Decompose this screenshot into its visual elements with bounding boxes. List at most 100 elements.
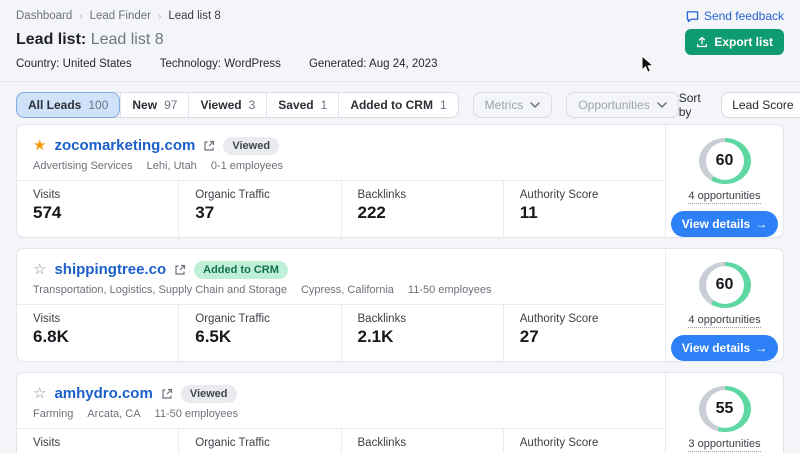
sort-select[interactable]: Lead Score xyxy=(721,92,800,118)
breadcrumb-separator: › xyxy=(79,11,82,22)
breadcrumb-lead-finder[interactable]: Lead Finder xyxy=(90,10,151,22)
lead-score-gauge: 60 xyxy=(699,262,751,308)
lead-metrics: Visits Organic Traffic Backlinks Authori… xyxy=(17,428,665,453)
favorite-star-icon[interactable]: ★ xyxy=(33,138,46,153)
page-title-label: Lead list: xyxy=(16,31,86,48)
lead-domain-link[interactable]: zocomarketing.com xyxy=(54,137,195,154)
chevron-down-icon xyxy=(657,102,667,108)
metric-value: 574 xyxy=(33,203,162,223)
metrics-dropdown[interactable]: Metrics xyxy=(473,92,553,118)
favorite-star-icon[interactable]: ☆ xyxy=(33,386,46,401)
lead-employees: 0-1 employees xyxy=(211,160,283,172)
tab-viewed[interactable]: Viewed 3 xyxy=(188,93,266,117)
tab-new[interactable]: New 97 xyxy=(120,93,188,117)
external-link-icon[interactable] xyxy=(161,388,173,400)
metric-label: Organic Traffic xyxy=(195,313,324,325)
lead-location: Lehi, Utah xyxy=(147,160,197,172)
meta-country: Country: United States xyxy=(16,58,132,70)
lead-card: ★ zocomarketing.com Viewed Advertising S… xyxy=(16,124,784,238)
metric-label: Backlinks xyxy=(358,189,487,201)
metric-value: 6.8K xyxy=(33,327,162,347)
status-badge: Viewed xyxy=(181,385,237,403)
breadcrumb: Dashboard › Lead Finder › Lead list 8 xyxy=(16,10,784,22)
lead-metrics: Visits 6.8K Organic Traffic 6.5K Backlinks… xyxy=(17,304,665,361)
favorite-star-icon[interactable]: ☆ xyxy=(33,262,46,277)
lead-score-value: 55 xyxy=(716,400,734,418)
lead-score-value: 60 xyxy=(716,276,734,294)
opportunities-link[interactable]: 4 opportunities xyxy=(688,314,760,328)
status-badge: Added to CRM xyxy=(194,261,288,279)
external-link-icon[interactable] xyxy=(203,140,215,152)
meta-generated: Generated: Aug 24, 2023 xyxy=(309,58,438,70)
tab-count: 1 xyxy=(440,98,447,112)
arrow-right-icon: → xyxy=(755,217,767,231)
feedback-bubble-icon xyxy=(686,10,699,23)
lead-industry: Transportation, Logistics, Supply Chain … xyxy=(33,284,287,296)
metric-value: 11 xyxy=(520,203,649,223)
opportunities-link[interactable]: 3 opportunities xyxy=(688,438,760,452)
lead-location: Arcata, CA xyxy=(87,408,140,420)
lead-score-value: 60 xyxy=(716,152,734,170)
metric-label: Visits xyxy=(33,313,162,325)
tab-count: 3 xyxy=(249,98,256,112)
meta-technology: Technology: WordPress xyxy=(160,58,281,70)
lead-details: Farming Arcata, CA 11-50 employees xyxy=(17,403,665,420)
lead-details: Transportation, Logistics, Supply Chain … xyxy=(17,279,665,296)
sort-by-label: Sort by xyxy=(679,91,713,119)
metric-value: 37 xyxy=(195,203,324,223)
tab-count: 100 xyxy=(88,98,108,112)
lead-domain-link[interactable]: shippingtree.co xyxy=(54,261,166,278)
metric-value: 2.1K xyxy=(358,327,487,347)
filter-toolbar: All Leads 100 New 97 Viewed 3 Saved 1 Ad… xyxy=(16,92,784,118)
metric-label: Authority Score xyxy=(520,189,649,201)
metric-label: Backlinks xyxy=(358,437,487,449)
tab-count: 97 xyxy=(164,98,177,112)
lead-card: ☆ amhydro.com Viewed Farming Arcata, CA … xyxy=(16,372,784,453)
status-badge: Viewed xyxy=(223,137,279,155)
metric-label: Authority Score xyxy=(520,313,649,325)
lead-score-gauge: 55 xyxy=(699,386,751,432)
lead-metrics: Visits 574 Organic Traffic 37 Backlinks 222… xyxy=(17,180,665,237)
lead-employees: 11-50 employees xyxy=(155,408,239,420)
page-title: Lead list: Lead list 8 xyxy=(16,30,784,50)
opportunities-dropdown[interactable]: Opportunities xyxy=(566,92,678,118)
breadcrumb-lead-list: Lead list 8 xyxy=(168,10,220,22)
lead-details: Advertising Services Lehi, Utah 0-1 empl… xyxy=(17,155,665,172)
view-details-button[interactable]: View details → xyxy=(671,335,778,361)
metric-label: Backlinks xyxy=(358,313,487,325)
chevron-down-icon xyxy=(530,102,540,108)
tab-added-to-crm[interactable]: Added to CRM 1 xyxy=(338,93,457,117)
lead-location: Cypress, California xyxy=(301,284,394,296)
lead-industry: Farming xyxy=(33,408,73,420)
lead-industry: Advertising Services xyxy=(33,160,133,172)
lead-domain-link[interactable]: amhydro.com xyxy=(54,385,152,402)
view-details-button[interactable]: View details → xyxy=(671,211,778,237)
lead-card: ☆ shippingtree.co Added to CRM Transport… xyxy=(16,248,784,362)
opportunities-link[interactable]: 4 opportunities xyxy=(688,190,760,204)
metric-value: 222 xyxy=(358,203,487,223)
list-meta: Country: United States Technology: WordP… xyxy=(16,58,784,81)
metric-label: Organic Traffic xyxy=(195,437,324,449)
metric-label: Organic Traffic xyxy=(195,189,324,201)
lead-status-tabs: All Leads 100 New 97 Viewed 3 Saved 1 Ad… xyxy=(16,92,459,118)
tab-saved[interactable]: Saved 1 xyxy=(266,93,338,117)
page-title-value: Lead list 8 xyxy=(91,31,164,48)
lead-cards-list: ★ zocomarketing.com Viewed Advertising S… xyxy=(0,124,800,453)
breadcrumb-dashboard[interactable]: Dashboard xyxy=(16,10,72,22)
lead-score-gauge: 60 xyxy=(699,138,751,184)
metric-value: 27 xyxy=(520,327,649,347)
breadcrumb-separator: › xyxy=(158,11,161,22)
page-header: Dashboard › Lead Finder › Lead list 8 Le… xyxy=(0,0,800,82)
metric-label: Visits xyxy=(33,437,162,449)
metric-label: Visits xyxy=(33,189,162,201)
metric-label: Authority Score xyxy=(520,437,649,449)
tab-all-leads[interactable]: All Leads 100 xyxy=(16,92,120,118)
external-link-icon[interactable] xyxy=(174,264,186,276)
sort-area: Sort by Lead Score xyxy=(679,91,800,119)
arrow-right-icon: → xyxy=(755,341,767,355)
send-feedback-link[interactable]: Send feedback xyxy=(686,9,784,23)
export-list-button[interactable]: Export list xyxy=(685,29,784,55)
lead-employees: 11-50 employees xyxy=(408,284,492,296)
tab-count: 1 xyxy=(321,98,328,112)
metric-value: 6.5K xyxy=(195,327,324,347)
